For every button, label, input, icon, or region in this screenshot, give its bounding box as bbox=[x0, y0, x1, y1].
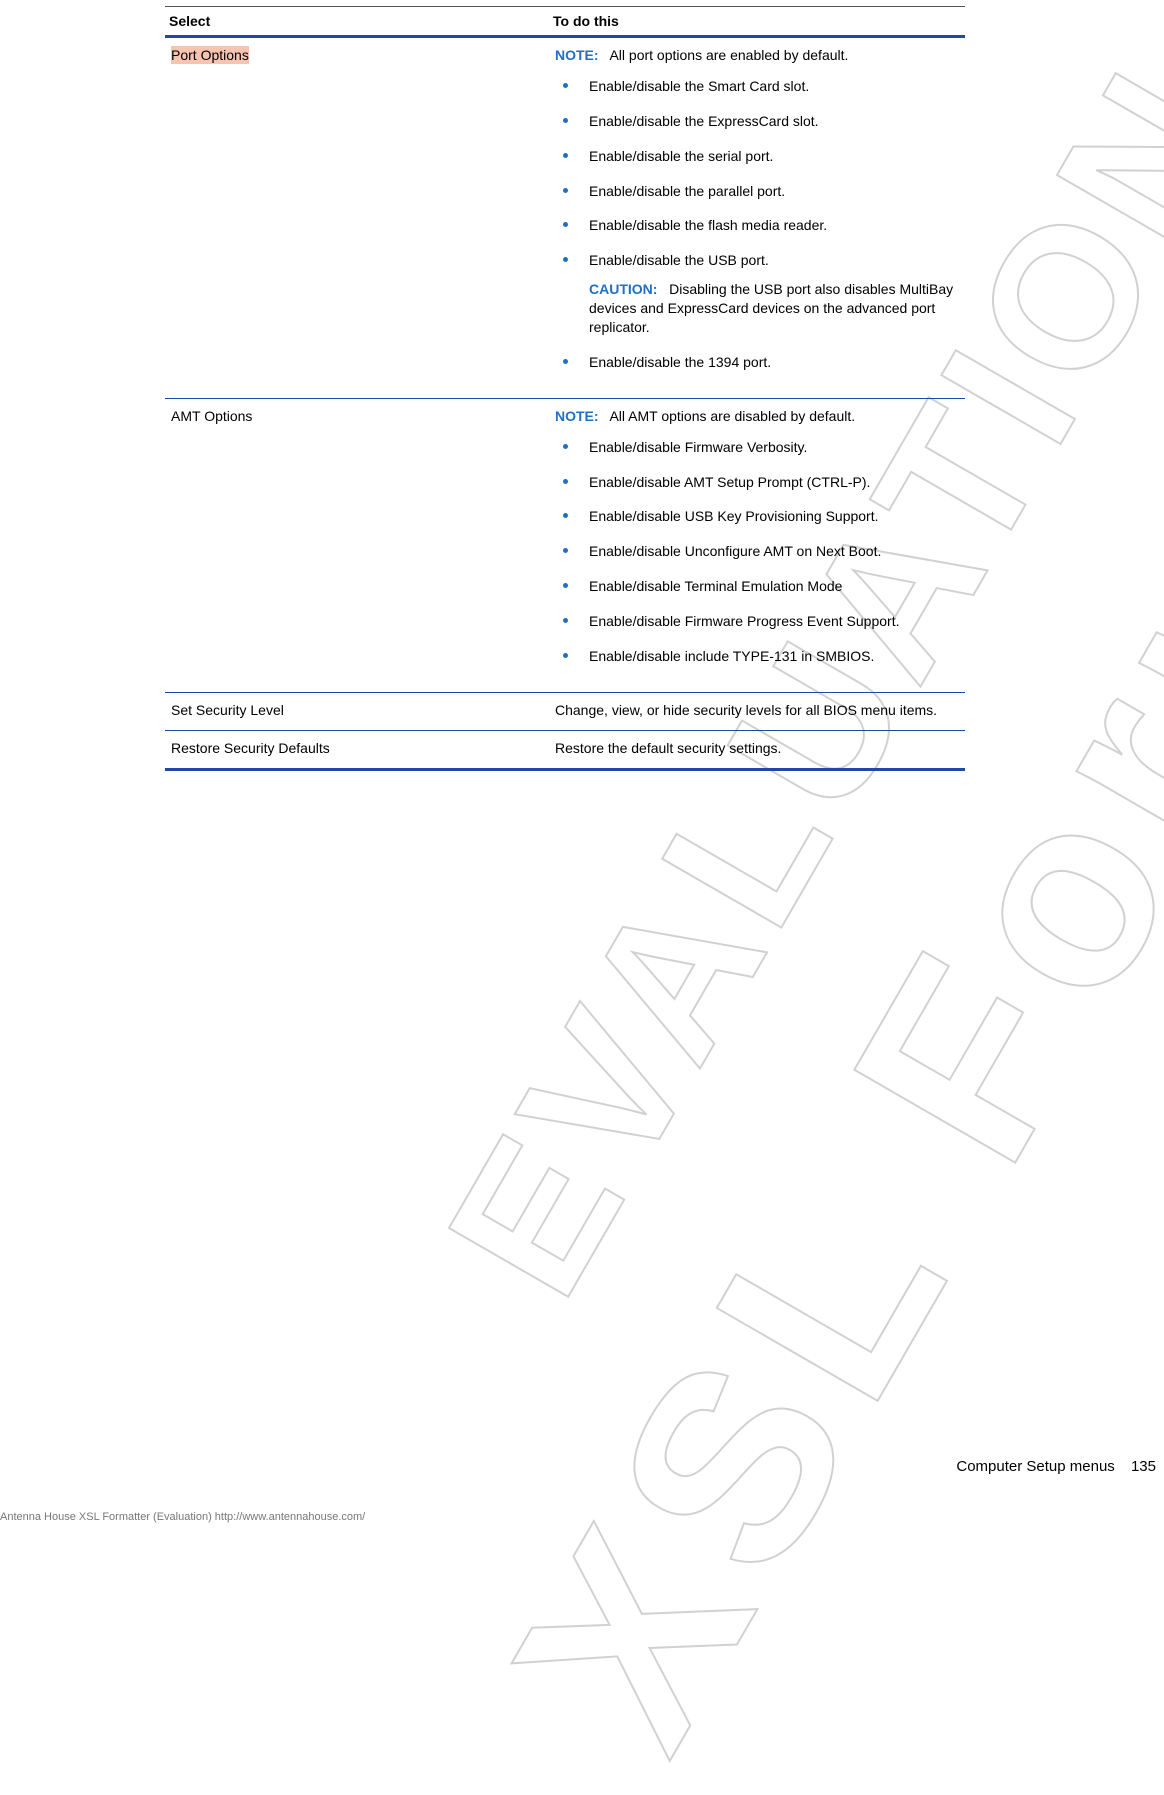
list-item: Enable/disable include TYPE-131 in SMBIO… bbox=[563, 647, 959, 666]
list-item: Enable/disable the ExpressCard slot. bbox=[563, 112, 959, 131]
list-item: Enable/disable the Smart Card slot. bbox=[563, 77, 959, 96]
amt-items: Enable/disable Firmware Verbosity. Enabl… bbox=[555, 438, 959, 666]
cell-amt-select: AMT Options bbox=[165, 398, 549, 692]
list-item: Enable/disable the USB port. CAUTION: Di… bbox=[563, 251, 959, 337]
list-item: Enable/disable the 1394 port. bbox=[563, 353, 959, 372]
list-item: Enable/disable the flash media reader. bbox=[563, 216, 959, 235]
row-set-security: Set Security Level Change, view, or hide… bbox=[165, 692, 965, 730]
footer-evaluation: Antenna House XSL Formatter (Evaluation)… bbox=[0, 1511, 365, 1523]
table-header-row: Select To do this bbox=[165, 7, 965, 37]
note-label: NOTE: bbox=[555, 408, 599, 424]
footer-chapter: Computer Setup menus 135 bbox=[956, 1458, 1156, 1475]
list-item: Enable/disable the parallel port. bbox=[563, 182, 959, 201]
footer-page-number: 135 bbox=[1131, 1458, 1156, 1475]
list-item: Enable/disable Unconfigure AMT on Next B… bbox=[563, 542, 959, 561]
amt-note-text: All AMT options are disabled by default. bbox=[609, 408, 855, 424]
row-port-options: Port Options NOTE: All port options are … bbox=[165, 37, 965, 399]
list-item: Enable/disable AMT Setup Prompt (CTRL-P)… bbox=[563, 473, 959, 492]
note-label: NOTE: bbox=[555, 47, 599, 63]
list-item: Enable/disable the serial port. bbox=[563, 147, 959, 166]
list-item: Enable/disable Firmware Verbosity. bbox=[563, 438, 959, 457]
header-select: Select bbox=[165, 7, 549, 37]
setup-table: Select To do this Port Options NOTE: All… bbox=[165, 6, 965, 771]
footer-chapter-title: Computer Setup menus bbox=[956, 1458, 1114, 1475]
list-item: Enable/disable Firmware Progress Event S… bbox=[563, 612, 959, 631]
row-amt-options: AMT Options NOTE: All AMT options are di… bbox=[165, 398, 965, 692]
cell-amt-todo: NOTE: All AMT options are disabled by de… bbox=[549, 398, 965, 692]
cell-sec-select: Set Security Level bbox=[165, 692, 549, 730]
port-usb-caution: CAUTION: Disabling the USB port also dis… bbox=[589, 280, 959, 337]
cell-restore-todo: Restore the default security settings. bbox=[549, 730, 965, 769]
highlight-port-options: Port Options bbox=[171, 46, 249, 64]
port-note-text: All port options are enabled by default. bbox=[609, 47, 848, 63]
list-item: Enable/disable Terminal Emulation Mode bbox=[563, 577, 959, 596]
list-item: Enable/disable USB Key Provisioning Supp… bbox=[563, 507, 959, 526]
cell-restore-select: Restore Security Defaults bbox=[165, 730, 549, 769]
cell-sec-todo: Change, view, or hide security levels fo… bbox=[549, 692, 965, 730]
amt-note: NOTE: All AMT options are disabled by de… bbox=[555, 407, 959, 426]
port-note: NOTE: All port options are enabled by de… bbox=[555, 46, 959, 65]
cell-port-todo: NOTE: All port options are enabled by de… bbox=[549, 37, 965, 399]
cell-port-select: Port Options bbox=[165, 37, 549, 399]
caution-label: CAUTION: bbox=[589, 281, 657, 297]
row-restore-security: Restore Security Defaults Restore the de… bbox=[165, 730, 965, 769]
port-usb-text: Enable/disable the USB port. bbox=[589, 252, 769, 268]
page-content: Select To do this Port Options NOTE: All… bbox=[0, 6, 1164, 771]
port-items: Enable/disable the Smart Card slot. Enab… bbox=[555, 77, 959, 372]
header-todo: To do this bbox=[549, 7, 965, 37]
